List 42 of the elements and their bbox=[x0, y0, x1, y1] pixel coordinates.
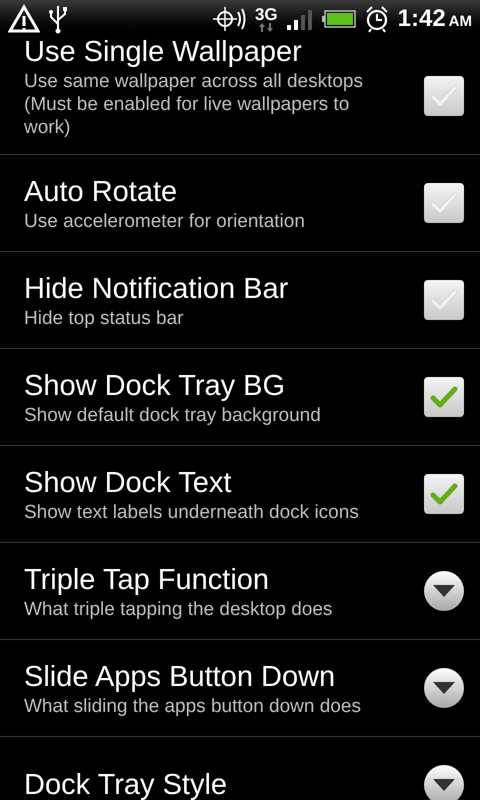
network-type: 3G bbox=[254, 6, 278, 23]
preference-item[interactable]: Dock Tray Style bbox=[0, 737, 480, 800]
signal-icon bbox=[286, 7, 314, 31]
dropdown-icon[interactable] bbox=[424, 571, 464, 611]
preference-title: Slide Apps Button Down bbox=[24, 660, 336, 694]
dropdown-icon[interactable] bbox=[424, 765, 464, 800]
preference-item[interactable]: Hide Notification Bar Hide top status bar bbox=[0, 252, 480, 349]
preference-summary: Show default dock tray background bbox=[24, 404, 322, 426]
preference-summary: Use same wallpaper across all desktops (Must be enabled for live wallpapers to work) bbox=[24, 70, 364, 139]
clock-time: 1:42 bbox=[398, 4, 446, 34]
checkmark-icon bbox=[429, 481, 459, 507]
checkmark-icon bbox=[429, 384, 459, 410]
battery-icon bbox=[322, 9, 356, 29]
preference-item[interactable]: Show Dock Tray BG Show default dock tray background bbox=[0, 349, 480, 446]
preference-item[interactable]: Slide Apps Button Down What sliding the apps button down does bbox=[0, 640, 480, 737]
checkbox[interactable] bbox=[424, 280, 464, 320]
checkbox[interactable] bbox=[424, 76, 464, 116]
preference-item[interactable]: Use Single Wallpaper Use same wallpaper across all desktops (Must be enabled for live wallpapers to work) bbox=[0, 38, 480, 155]
warning-icon bbox=[8, 4, 40, 34]
checkbox[interactable] bbox=[424, 183, 464, 223]
preference-summary: Show text labels underneath dock icons bbox=[24, 500, 360, 524]
preference-title: Show Dock Tray BG bbox=[24, 368, 286, 404]
clock-meridiem: AM bbox=[448, 12, 472, 32]
preference-item[interactable]: Triple Tap Function What triple tapping the desktop does bbox=[0, 543, 480, 640]
preference-title: Dock Tray Style bbox=[24, 768, 228, 800]
preference-summary: What sliding the apps button down does bbox=[24, 694, 362, 718]
preference-summary: Use accelerometer for orientation bbox=[24, 210, 306, 232]
checkbox[interactable] bbox=[424, 474, 464, 514]
data-arrows-icon bbox=[258, 23, 274, 32]
preference-title: Triple Tap Function bbox=[24, 562, 270, 598]
usb-icon bbox=[48, 4, 68, 34]
preference-title: Hide Notification Bar bbox=[24, 272, 290, 306]
preference-title: Use Single Wallpaper bbox=[24, 35, 303, 70]
preference-summary: Hide top status bar bbox=[24, 306, 184, 330]
checkbox[interactable] bbox=[424, 377, 464, 417]
preference-summary: What triple tapping the desktop does bbox=[24, 598, 334, 620]
alarm-clock-icon bbox=[364, 5, 390, 33]
preference-item[interactable]: Show Dock Text Show text labels underneath dock icons bbox=[0, 446, 480, 543]
preference-title: Show Dock Text bbox=[24, 466, 232, 500]
preference-title: Auto Rotate bbox=[24, 174, 178, 210]
preference-item[interactable]: Auto Rotate Use accelerometer for orientation bbox=[0, 155, 480, 252]
dropdown-icon[interactable] bbox=[424, 668, 464, 708]
